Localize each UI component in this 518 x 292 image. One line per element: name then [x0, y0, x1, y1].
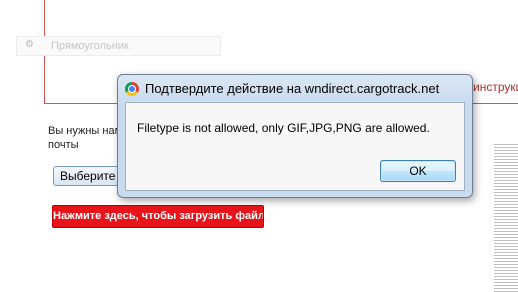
dialog-body: Filetype is not allowed, only GIF,JPG,PN… [125, 102, 465, 191]
dialog-message: Filetype is not allowed, only GIF,JPG,PN… [137, 121, 430, 135]
dialog-title: Подтвердите действие на wndirect.cargotr… [145, 81, 440, 96]
chrome-icon [125, 82, 139, 96]
upload-file-button[interactable]: Нажмите здесь, чтобы загрузить файл [52, 205, 264, 228]
description-line-1: Вы нужны нам [48, 125, 123, 137]
document-thumbnail [494, 142, 518, 292]
shape-label: Прямоугольник [51, 40, 129, 52]
shape-row[interactable]: ⚙ Прямоугольник [16, 36, 221, 56]
confirm-dialog: Подтвердите действие на wndirect.cargotr… [117, 74, 473, 198]
instructions-link[interactable]: инструкц [473, 80, 518, 94]
description-line-2: почты [48, 139, 79, 151]
ok-button[interactable]: OK [380, 160, 456, 182]
gear-icon: ⚙ [25, 39, 34, 50]
dialog-titlebar[interactable]: Подтвердите действие на wndirect.cargotr… [118, 75, 472, 103]
